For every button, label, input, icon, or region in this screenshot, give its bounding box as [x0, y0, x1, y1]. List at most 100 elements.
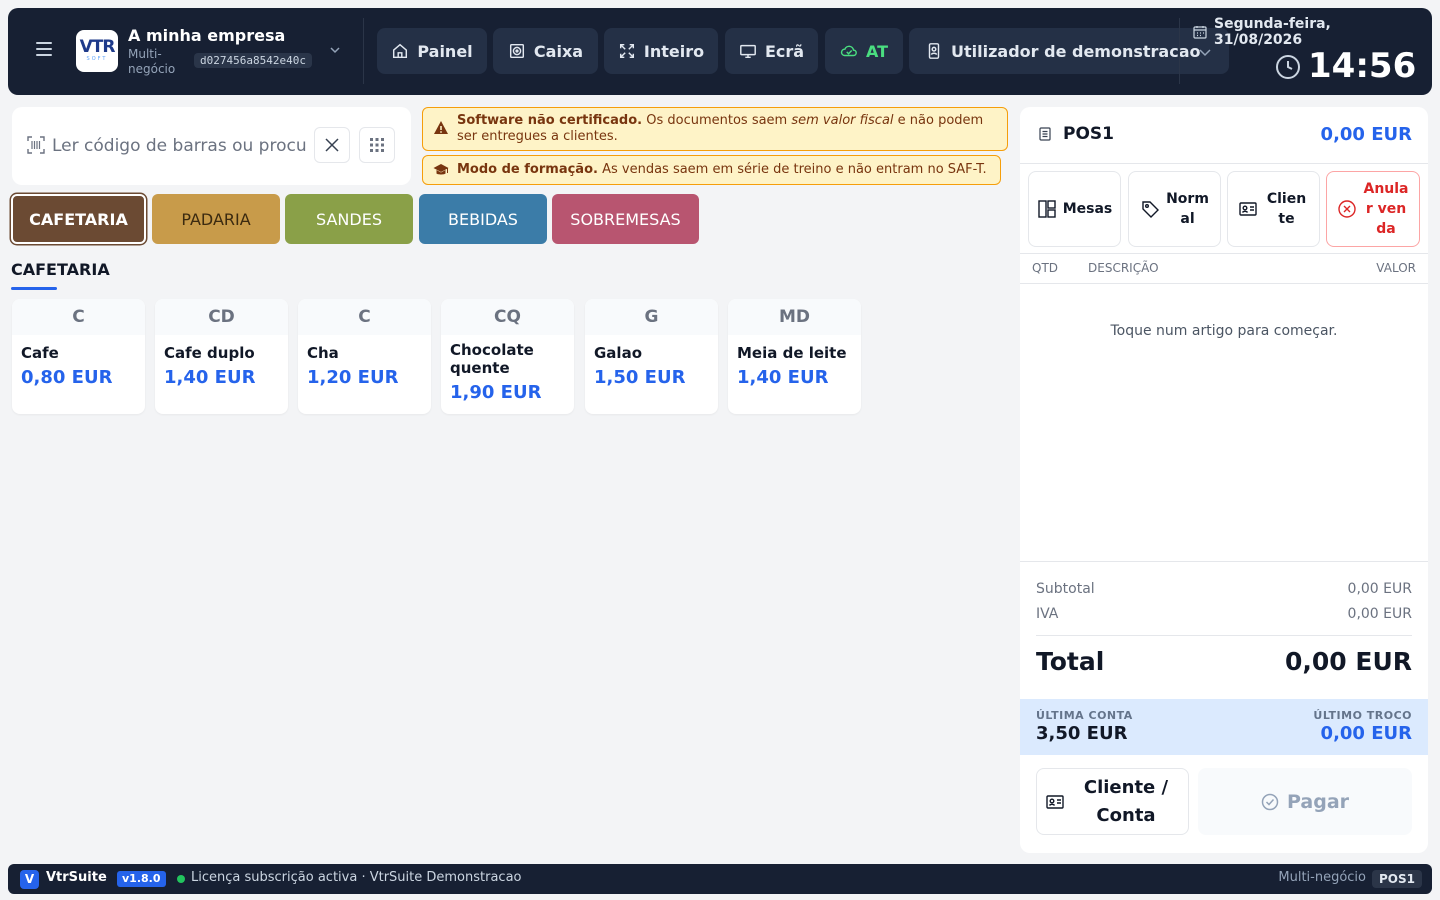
divider [1020, 561, 1428, 562]
chevron-down-icon[interactable] [329, 44, 341, 56]
clear-search-button[interactable] [314, 127, 350, 163]
product-card[interactable]: MD Meia de leite 1,40 EUR [728, 299, 861, 414]
cash-register-icon [509, 43, 524, 59]
product-abbr: MD [728, 299, 861, 335]
pos-name: POS1 [1063, 124, 1114, 144]
category-tab-bebidas[interactable]: BEBIDAS [419, 194, 547, 244]
divider [1179, 18, 1180, 84]
col-qty: QTD [1032, 261, 1059, 275]
product-abbr: CQ [441, 299, 574, 335]
company-logo: VTR SOFT [76, 30, 118, 72]
product-abbr: CD [155, 299, 288, 335]
product-name: Cha [307, 344, 339, 362]
product-card[interactable]: G Galao 1,50 EUR [585, 299, 718, 414]
company-name[interactable]: A minha empresa [128, 26, 285, 45]
product-abbr: C [12, 299, 145, 335]
close-circle-icon [1338, 200, 1356, 218]
divider [1020, 163, 1428, 164]
subtotal-row: Subtotal 0,00 EUR [1036, 581, 1412, 597]
company-hash-badge: d027456a8542e40c [194, 53, 312, 68]
divider [1020, 253, 1428, 254]
product-name: Galao [594, 344, 643, 362]
license-text: Licença subscrição activa · VtrSuite Dem… [191, 870, 522, 885]
product-card[interactable]: C Cha 1,20 EUR [298, 299, 431, 414]
user-name: Utilizador de demonstracao [951, 41, 1201, 61]
product-name: Cafe duplo [164, 344, 255, 362]
chevron-down-icon[interactable] [1198, 45, 1212, 59]
product-abbr: G [585, 299, 718, 335]
last-transaction-summary: ÚLTIMA CONTA 3,50 EUR ÚLTIMO TROCO 0,00 … [1020, 699, 1428, 755]
product-name: Cafe [21, 344, 59, 362]
painel-button[interactable]: Painel [377, 28, 487, 74]
ticket-panel: POS1 0,00 EUR Mesas Normal Cliente Anula… [1020, 107, 1428, 853]
at-status-button[interactable]: AT [825, 28, 903, 74]
user-badge-icon [928, 43, 940, 59]
current-date: Segunda-feira, 31/08/2026 [1214, 16, 1331, 48]
product-card[interactable]: CD Cafe duplo 1,40 EUR [155, 299, 288, 414]
id-card-icon [1238, 202, 1257, 216]
fullscreen-icon [619, 43, 634, 59]
divider [1036, 635, 1412, 636]
grid-icon [370, 138, 384, 152]
client-button[interactable]: Cliente [1227, 171, 1320, 247]
company-subtitle: Multi-negócio [128, 47, 176, 76]
license-status-dot [177, 875, 185, 883]
home-icon [393, 43, 408, 59]
client-account-button[interactable]: Cliente / Conta [1036, 768, 1189, 835]
divider [1020, 283, 1428, 284]
col-value: VALOR [1376, 261, 1416, 275]
empty-ticket-message: Toque num artigo para começar. [1110, 323, 1338, 339]
app-logo: V [20, 870, 39, 889]
category-tab-cafetaria[interactable]: CAFETARIA [11, 194, 146, 244]
user-menu-button[interactable]: Utilizador de demonstracao [909, 28, 1229, 74]
product-price: 1,20 EUR [307, 367, 399, 388]
screen-button[interactable]: Ecrã [725, 28, 818, 74]
calendar-icon [1193, 26, 1207, 39]
cloud-check-icon [840, 45, 857, 57]
price-mode-button[interactable]: Normal [1128, 171, 1221, 247]
tables-button[interactable]: Mesas [1028, 171, 1121, 247]
category-tab-sobremesas[interactable]: SOBREMESAS [552, 194, 699, 244]
divider [363, 18, 364, 84]
col-description: DESCRIÇÃO [1088, 261, 1159, 275]
menu-icon[interactable] [36, 42, 52, 56]
document-icon [1039, 127, 1051, 141]
check-circle-icon [1261, 793, 1279, 810]
barcode-search-input[interactable] [52, 131, 308, 161]
iva-row: IVA 0,00 EUR [1036, 606, 1412, 622]
product-card[interactable]: C Cafe 0,80 EUR [12, 299, 145, 414]
pos-badge: POS1 [1372, 870, 1422, 888]
layout-icon [1038, 200, 1056, 218]
tag-icon [1141, 201, 1159, 218]
id-card-icon [1046, 794, 1064, 809]
section-underline [11, 287, 57, 290]
product-price: 1,50 EUR [594, 367, 686, 388]
business-mode: Multi-negócio [1278, 870, 1366, 885]
certification-warning: Software não certificado. Os documentos … [422, 107, 1008, 151]
graduation-cap-icon [433, 164, 449, 175]
category-tab-sandes[interactable]: SANDES [285, 194, 413, 244]
fullscreen-button[interactable]: Inteiro [604, 28, 718, 74]
warning-icon [434, 121, 448, 134]
current-time: 14:56 [1308, 46, 1417, 86]
last-change-value: 0,00 EUR [1320, 723, 1412, 744]
total-row: Total 0,00 EUR [1036, 647, 1412, 676]
clock-icon [1276, 55, 1300, 79]
close-icon [325, 138, 339, 152]
training-mode-warning: Modo de formação. As vendas saem em séri… [422, 155, 1001, 185]
caixa-button[interactable]: Caixa [493, 28, 598, 74]
top-bar: VTR SOFT A minha empresa Multi-negócio d… [8, 8, 1432, 95]
product-price: 1,40 EUR [164, 367, 256, 388]
total-value: 0,00 EUR [1284, 647, 1412, 676]
version-badge: v1.8.0 [117, 871, 166, 887]
grid-view-button[interactable] [359, 127, 395, 163]
status-bar: V VtrSuite v1.8.0 Licença subscrição act… [8, 864, 1432, 894]
product-price: 1,40 EUR [737, 367, 829, 388]
product-name: Meia de leite [737, 344, 847, 362]
category-tab-padaria[interactable]: PADARIA [152, 194, 280, 244]
section-title: CAFETARIA [11, 260, 110, 279]
product-card[interactable]: CQ Chocolate quente 1,90 EUR [441, 299, 574, 414]
pay-button[interactable]: Pagar [1198, 768, 1412, 835]
product-abbr: C [298, 299, 431, 335]
cancel-sale-button[interactable]: Anular venda [1326, 171, 1420, 247]
